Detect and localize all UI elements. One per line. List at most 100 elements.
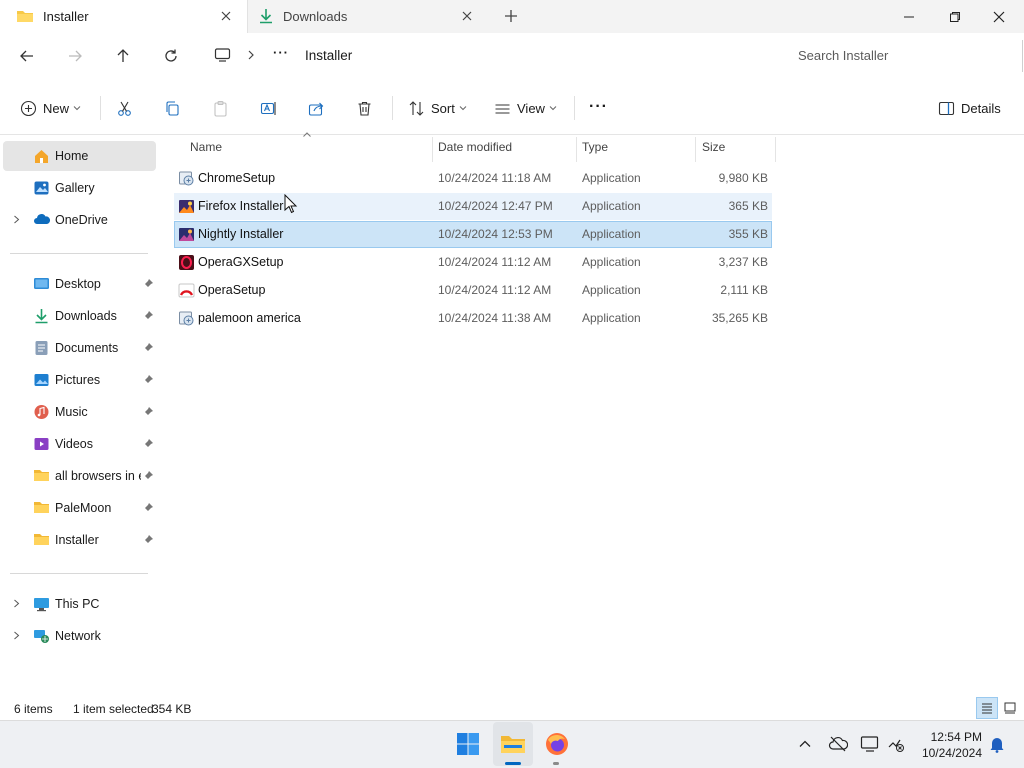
minimize-button[interactable]: [886, 0, 932, 33]
sidebar-item-downloads[interactable]: Downloads: [3, 301, 156, 331]
delete-button[interactable]: [356, 97, 373, 119]
network-disconnected-icon[interactable]: [886, 735, 906, 753]
onedrive-offline-icon[interactable]: [828, 735, 848, 753]
column-divider[interactable]: [695, 137, 696, 162]
taskbar-firefox[interactable]: [537, 722, 577, 766]
sort-button[interactable]: Sort: [408, 97, 467, 119]
sidebar-item-onedrive[interactable]: OneDrive: [3, 205, 156, 235]
sidebar-item-palemoon[interactable]: PaleMoon: [3, 493, 156, 523]
sidebar-item-this-pc[interactable]: This PC: [3, 589, 156, 619]
tab-downloads[interactable]: Downloads: [248, 0, 488, 33]
pin-icon[interactable]: [143, 406, 154, 417]
sort-label: Sort: [431, 100, 455, 116]
file-date: 10/24/2024 12:53 PM: [438, 227, 553, 241]
search-placeholder[interactable]: Search Installer: [798, 48, 888, 63]
column-divider[interactable]: [576, 137, 577, 162]
sidebar-item-home[interactable]: Home: [3, 141, 156, 171]
view-button[interactable]: View: [494, 97, 557, 119]
sidebar-item-pictures[interactable]: Pictures: [3, 365, 156, 395]
sidebar-item-network[interactable]: Network: [3, 621, 156, 651]
file-date: 10/24/2024 11:38 AM: [438, 311, 552, 325]
clock-date[interactable]: 10/24/2024: [910, 746, 982, 760]
refresh-button[interactable]: [159, 44, 183, 68]
sidebar-item-music[interactable]: Music: [3, 397, 156, 427]
sidebar-divider: [10, 573, 148, 574]
column-divider[interactable]: [432, 137, 433, 162]
pin-icon[interactable]: [143, 342, 154, 353]
download-icon: [33, 308, 50, 324]
sidebar-item-installer[interactable]: Installer: [3, 525, 156, 555]
file-row[interactable]: Nightly Installer 10/24/2024 12:53 PM Ap…: [174, 221, 772, 248]
music-icon: [33, 404, 50, 420]
cut-button[interactable]: [116, 97, 133, 119]
tab-label: Installer: [43, 9, 89, 24]
pin-icon[interactable]: [143, 470, 154, 481]
rename-button[interactable]: [260, 97, 277, 119]
file-row[interactable]: OperaGXSetup 10/24/2024 11:12 AM Applica…: [174, 249, 772, 276]
more-options-button[interactable]: ···: [589, 96, 608, 118]
file-size: 3,237 KB: [718, 255, 768, 269]
column-header-size[interactable]: Size: [702, 140, 725, 162]
sidebar-item-videos[interactable]: Videos: [3, 429, 156, 459]
pin-icon[interactable]: [143, 534, 154, 545]
close-tab-icon[interactable]: [219, 9, 233, 23]
start-button[interactable]: [448, 722, 488, 766]
up-button[interactable]: [111, 44, 135, 68]
taskbar-file-explorer[interactable]: [493, 722, 533, 766]
details-view-button[interactable]: [976, 697, 998, 719]
sidebar-item-desktop[interactable]: Desktop: [3, 269, 156, 299]
column-divider[interactable]: [775, 137, 776, 162]
chevron-up-icon[interactable]: [798, 737, 812, 751]
back-button[interactable]: [15, 44, 39, 68]
column-header-type[interactable]: Type: [582, 140, 608, 162]
file-row[interactable]: OperaSetup 10/24/2024 11:12 AM Applicati…: [174, 277, 772, 304]
installer-generic-icon: [178, 170, 195, 187]
pin-icon[interactable]: [143, 502, 154, 513]
details-button[interactable]: Details: [938, 97, 1001, 119]
column-header-name[interactable]: Name: [190, 140, 222, 162]
pc-icon: [33, 596, 50, 612]
pin-icon[interactable]: [143, 310, 154, 321]
new-label: New: [43, 100, 70, 116]
share-button[interactable]: [308, 97, 325, 119]
new-button[interactable]: New: [20, 97, 81, 119]
chevron-right-icon[interactable]: [12, 599, 21, 608]
close-tab-icon[interactable]: [460, 9, 474, 23]
forward-button[interactable]: [63, 44, 87, 68]
chevron-right-icon[interactable]: [12, 215, 21, 224]
breadcrumb-overflow[interactable]: ···: [273, 45, 289, 60]
display-icon[interactable]: [860, 735, 880, 753]
pin-icon[interactable]: [143, 374, 154, 385]
large-icons-view-button[interactable]: [1001, 699, 1019, 717]
copy-button[interactable]: [164, 97, 181, 119]
maximize-button[interactable]: [932, 0, 978, 33]
operagx-icon: [178, 254, 195, 271]
column-header-date[interactable]: Date modified: [438, 140, 512, 162]
pin-icon[interactable]: [143, 438, 154, 449]
file-explorer-icon: [500, 733, 526, 755]
pin-icon[interactable]: [143, 278, 154, 289]
status-item-count: 6 items: [14, 702, 53, 716]
close-window-button[interactable]: [976, 0, 1022, 33]
sidebar-item-all-browsers[interactable]: all browsers in e: [3, 461, 156, 491]
breadcrumb-current[interactable]: Installer: [305, 48, 352, 63]
file-row[interactable]: Firefox Installer 10/24/2024 12:47 PM Ap…: [174, 193, 772, 220]
download-icon: [258, 8, 274, 24]
chevron-right-icon[interactable]: [12, 631, 21, 640]
sidebar-item-documents[interactable]: Documents: [3, 333, 156, 363]
notification-bell-icon[interactable]: [989, 736, 1005, 753]
clock-time[interactable]: 12:54 PM: [922, 730, 982, 744]
file-type: Application: [582, 171, 641, 185]
sidebar-divider: [10, 253, 148, 254]
new-tab-button[interactable]: [503, 8, 519, 24]
file-type: Application: [582, 283, 641, 297]
file-row[interactable]: ChromeSetup 10/24/2024 11:18 AM Applicat…: [174, 165, 772, 192]
file-size: 2,111 KB: [720, 283, 768, 297]
tab-installer[interactable]: Installer: [0, 0, 248, 33]
paste-button[interactable]: [212, 97, 229, 119]
pc-icon[interactable]: [214, 47, 231, 63]
sidebar-item-gallery[interactable]: Gallery: [3, 173, 156, 203]
chevron-right-icon[interactable]: [246, 50, 256, 60]
file-row[interactable]: palemoon america 10/24/2024 11:38 AM App…: [174, 305, 772, 332]
folder-icon: [33, 500, 50, 515]
